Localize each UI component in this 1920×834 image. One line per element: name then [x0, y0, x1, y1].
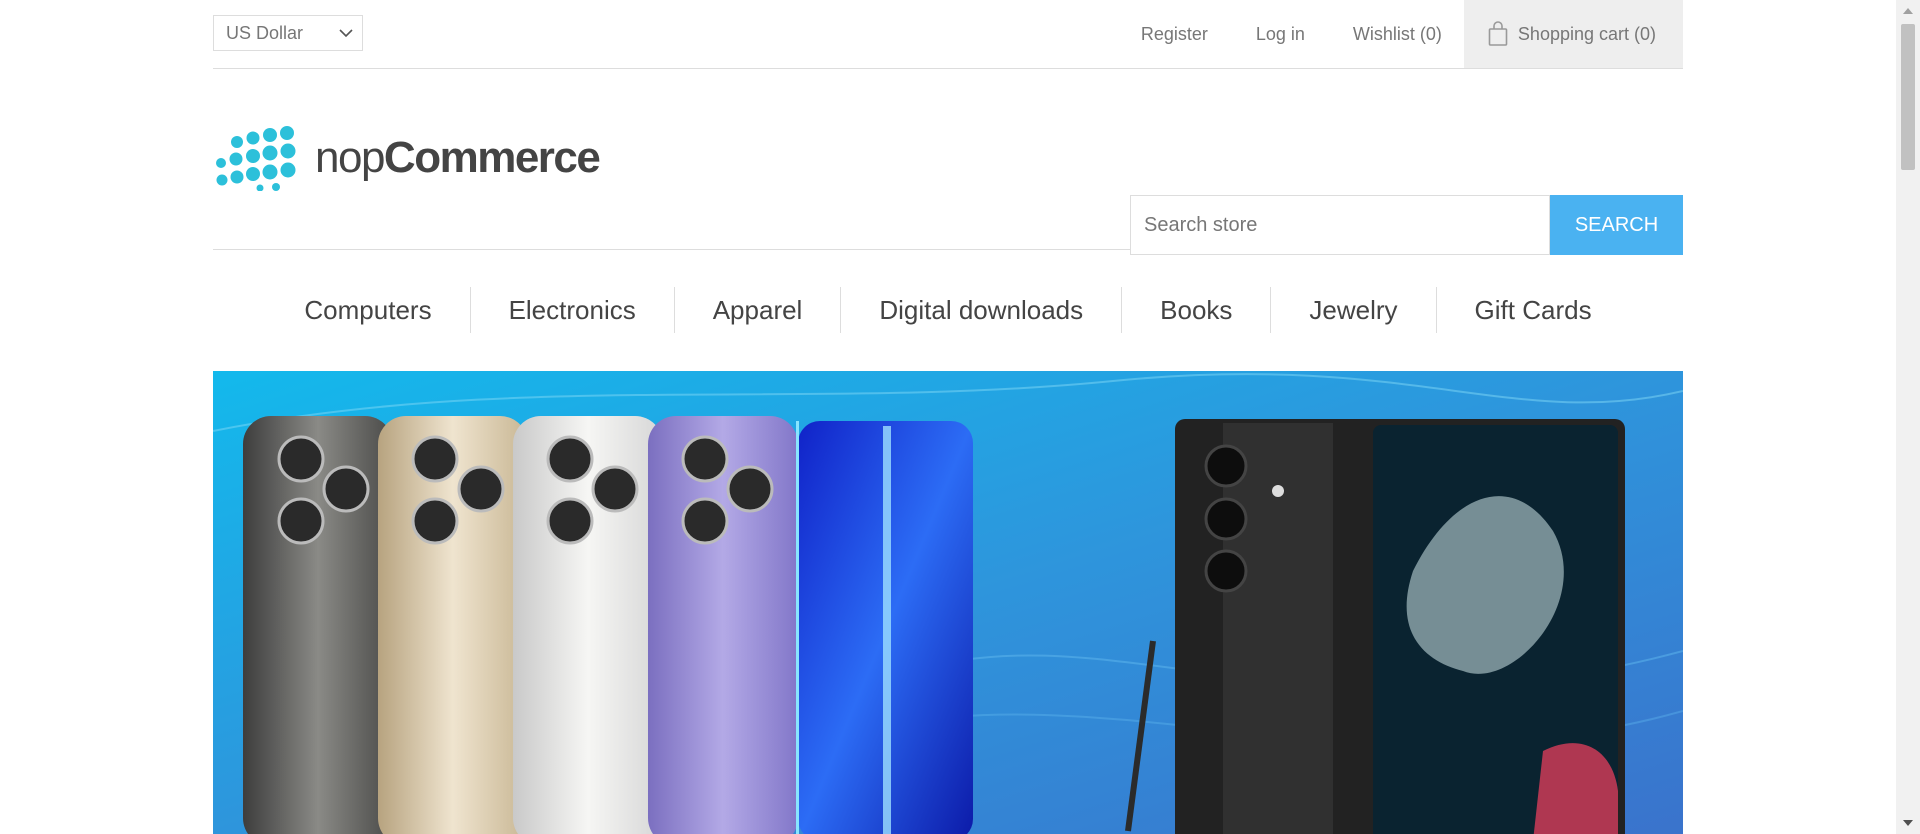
top-menu: Computers Electronics Apparel Digital do…	[213, 249, 1683, 371]
search-box: SEARCH	[1130, 195, 1683, 255]
shopping-cart-link[interactable]: Shopping cart (0)	[1463, 0, 1683, 68]
logo-dots-icon	[216, 126, 296, 191]
scroll-up-icon[interactable]	[1903, 8, 1913, 14]
chevron-down-icon	[339, 29, 353, 38]
search-input[interactable]	[1130, 195, 1550, 255]
menu-item-electronics[interactable]: Electronics	[469, 287, 674, 333]
header-logo-search: nopCommerce SEARCH	[213, 69, 1683, 255]
wishlist-link[interactable]: Wishlist (0)	[1353, 24, 1442, 45]
currency-select[interactable]: US Dollar	[213, 15, 363, 51]
menu-item-jewelry[interactable]: Jewelry	[1270, 287, 1435, 333]
login-link[interactable]: Log in	[1256, 24, 1305, 45]
menu-item-computers[interactable]: Computers	[266, 287, 469, 333]
banner-image	[213, 371, 1683, 834]
scroll-thumb[interactable]	[1901, 24, 1915, 170]
search-button[interactable]: SEARCH	[1550, 195, 1683, 255]
store-logo[interactable]: nopCommerce	[215, 125, 601, 191]
menu-item-apparel[interactable]: Apparel	[673, 287, 841, 333]
shopping-cart-label: Shopping cart (0)	[1517, 23, 1656, 44]
menu-item-gift-cards[interactable]: Gift Cards	[1435, 287, 1630, 333]
register-link[interactable]: Register	[1141, 24, 1208, 45]
page-scrollbar[interactable]	[1896, 0, 1920, 834]
scroll-down-icon[interactable]	[1903, 820, 1913, 826]
menu-item-digital-downloads[interactable]: Digital downloads	[840, 287, 1121, 333]
currency-selected-value: US Dollar	[226, 22, 304, 43]
header-links: Register Log in Wishlist (0) Shopping ca…	[1093, 0, 1683, 68]
page-container: US Dollar Register Log in Wishlist (0) S…	[213, 0, 1683, 834]
header-links-bar: US Dollar Register Log in Wishlist (0) S…	[213, 0, 1683, 69]
logo-text: nopCommerce	[315, 133, 601, 182]
home-slider-banner[interactable]	[213, 371, 1683, 834]
shopping-bag-icon	[1488, 21, 1508, 46]
menu-item-books[interactable]: Books	[1121, 287, 1270, 333]
